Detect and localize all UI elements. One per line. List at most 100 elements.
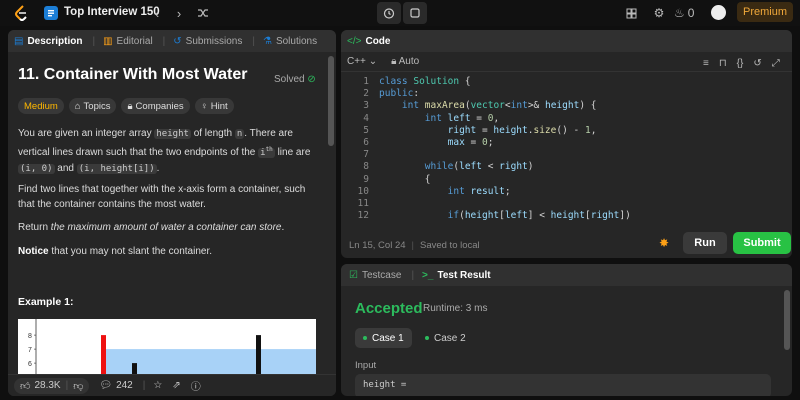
code-line: int maxArea(vector<int>& height) { (401, 100, 597, 112)
code-line: int left = 0, (424, 112, 500, 124)
topics-chip[interactable]: ⌂ Topics (68, 98, 117, 114)
tab-submissions[interactable]: ↺ Submissions (173, 36, 242, 47)
terminal-icon: >_ (422, 269, 434, 281)
debug-icon[interactable]: ✸ (659, 236, 669, 250)
tab-solutions[interactable]: ⚗ Solutions (263, 36, 317, 47)
solved-status: Solved ⊘ (274, 74, 316, 85)
code-toolbar: C++ ⌄ 🔒︎ Auto ≡ ⊓ {} ↺ ⤢ (341, 52, 792, 72)
checkbox-icon: ☑ (349, 269, 358, 281)
like-button[interactable]: 👍︎ 28.3K | 👎︎ (14, 377, 90, 394)
result-status: Accepted (355, 300, 423, 317)
input-value: height = (355, 374, 771, 396)
check-circle-icon: ⊘ (307, 74, 316, 85)
code-line: int result; (447, 185, 511, 197)
y-tick-label: 6 (28, 361, 32, 368)
line-number: 8 (363, 161, 369, 173)
problem-list-title[interactable]: Top Interview 150 (64, 6, 160, 18)
submit-button[interactable]: Submit (733, 232, 791, 254)
description-tabs: ▤ Description | ▥ Editorial | ↺ Submissi… (8, 30, 336, 52)
tag-icon: ⌂ (74, 100, 81, 112)
layout-grid-icon[interactable] (622, 4, 640, 22)
expand-icon[interactable]: ⤢ (772, 58, 780, 69)
line-number: 2 (363, 88, 369, 100)
save-status: Saved to local (419, 239, 480, 251)
code-brackets-icon: </> (347, 35, 362, 47)
line-number: 12 (357, 210, 369, 222)
flame-icon: ♨ (674, 6, 685, 20)
description-paragraph-1: You are given an integer array height of… (18, 128, 311, 174)
comment-icon: 💬︎ (99, 380, 113, 391)
flask-icon: ⚗ (262, 35, 272, 47)
avatar[interactable] (711, 5, 726, 20)
code-line: while(left < right) (424, 161, 534, 173)
run-button[interactable]: Run (683, 232, 727, 254)
result-scrollbar[interactable] (784, 290, 790, 350)
code-line: if(height[left] < height[right]) (447, 210, 631, 222)
code-line: { (379, 173, 431, 185)
line-number: 5 (363, 124, 369, 136)
thumbs-down-icon[interactable]: 👎︎ (73, 380, 83, 392)
bookmark-icon[interactable]: ⊓ (719, 58, 727, 69)
tab-description[interactable]: ▤ Description (14, 36, 82, 47)
problem-title-wrap: 11. Container With Most Water (18, 66, 318, 84)
input-label: Input (355, 360, 377, 371)
book-icon: ▥ (103, 35, 113, 47)
code-line: public: (379, 88, 420, 100)
problem-chips: Medium ⌂ Topics 🔒︎ Companies ♀ Hint (18, 98, 239, 114)
language-select[interactable]: C++ ⌄ (347, 56, 377, 67)
companies-chip[interactable]: 🔒︎ Companies (121, 98, 190, 114)
chart-bar (101, 335, 106, 375)
example-chart: 8 7 6 (18, 319, 316, 375)
description-scrollbar[interactable] (328, 56, 334, 146)
chevron-right-icon[interactable]: › (170, 4, 188, 22)
history-icon: ↺ (173, 35, 182, 47)
code-line: class Solution { (379, 76, 471, 87)
result-panel: ☑ Testcase | >_ Test Result Accepted Run… (341, 264, 792, 396)
runtime-label: Runtime: 3 ms (423, 303, 488, 314)
tab-test-result[interactable]: >_ Test Result (422, 270, 491, 281)
streak-count: 0 (687, 6, 695, 20)
tab-testcase[interactable]: ☑ Testcase (349, 270, 401, 281)
tab-editorial[interactable]: ▥ Editorial (103, 36, 153, 47)
description-footer: 👍︎ 28.3K | 👎︎ 💬︎ 242 | ☆ ⇗ ⓘ (8, 374, 336, 396)
settings-gear-icon[interactable]: ⚙ (650, 4, 668, 22)
description-panel: ▤ Description | ▥ Editorial | ↺ Submissi… (8, 30, 336, 396)
y-tick-label: 7 (28, 347, 32, 354)
thumbs-up-icon: 👍︎ (20, 380, 31, 392)
comments-button[interactable]: 💬︎ 242 (99, 380, 132, 391)
timer-icon[interactable] (377, 2, 401, 24)
share-icon[interactable]: ⇗ (172, 380, 180, 391)
premium-button[interactable]: Premium (737, 2, 793, 22)
autocomplete-toggle[interactable]: 🔒︎ Auto (391, 56, 419, 67)
reset-icon[interactable]: ↺ (753, 58, 761, 69)
code-line: right = height.size() - 1, (447, 124, 597, 136)
line-number: 10 (357, 185, 369, 197)
lock-icon: 🔒︎ (391, 56, 397, 67)
line-number: 4 (363, 112, 369, 124)
description-paragraph-3: Return the maximum amount of water a con… (18, 222, 285, 233)
line-number: 7 (363, 149, 369, 161)
code-line: max = 0; (447, 137, 494, 148)
format-icon[interactable]: ≡ (703, 58, 709, 69)
hint-chip[interactable]: ♀ Hint (194, 98, 234, 114)
line-number: 1 (363, 76, 369, 87)
line-number: 9 (363, 173, 369, 185)
case-2-button[interactable]: Case 2 (417, 328, 474, 348)
streak-counter[interactable]: ♨ 0 (674, 4, 702, 22)
problem-list-icon[interactable] (44, 6, 58, 20)
description-paragraph-4: Notice that you may not slant the contai… (18, 246, 212, 257)
code-editor[interactable]: 1 class Solution {2 public: 3 int maxArea(v… (341, 76, 792, 226)
star-icon[interactable]: ☆ (153, 380, 162, 391)
page-title: 11. Container With Most Water (18, 66, 248, 83)
braces-icon[interactable]: {} (737, 58, 744, 69)
lightbulb-icon: ♀ (200, 100, 208, 112)
help-icon[interactable]: ⓘ (191, 378, 201, 393)
y-tick-label: 8 (28, 333, 32, 340)
note-icon[interactable] (403, 2, 427, 24)
chevron-left-icon[interactable]: ‹ (148, 4, 166, 22)
shuffle-icon[interactable] (194, 4, 212, 22)
case-1-button[interactable]: Case 1 (355, 328, 412, 348)
line-number: 6 (363, 137, 369, 148)
chart-bar (256, 335, 261, 375)
leetcode-logo-icon[interactable] (12, 4, 30, 22)
